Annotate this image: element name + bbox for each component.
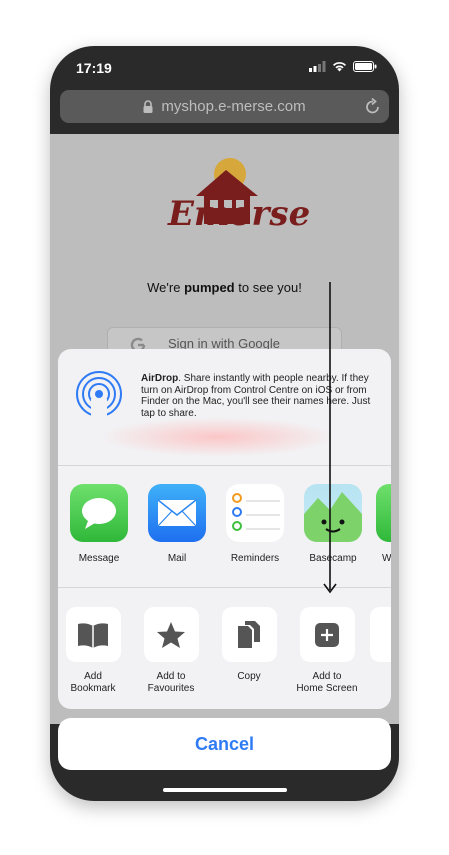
phone-frame: 17:19 myshop.e-merse.com Emerse We're pu… [50, 46, 399, 801]
annotation-arrow [323, 282, 337, 594]
